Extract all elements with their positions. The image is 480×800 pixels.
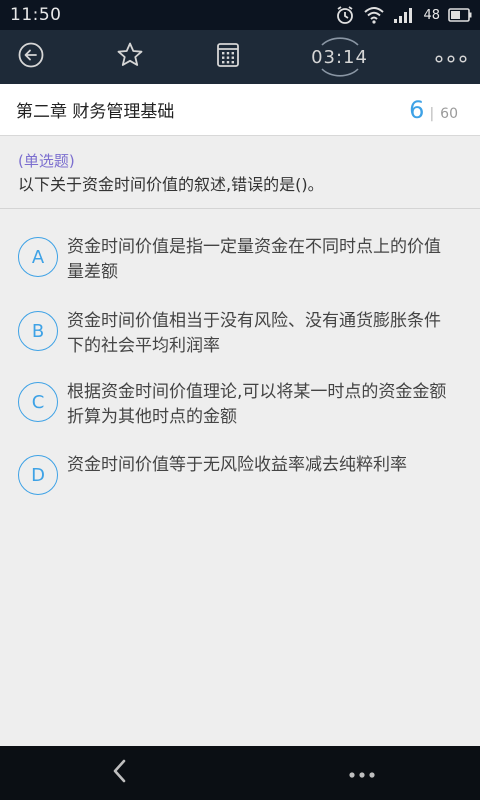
alarm-icon <box>335 5 355 25</box>
option-letter[interactable]: C <box>18 382 58 422</box>
progress-separator: | <box>429 105 435 122</box>
battery-icon <box>448 8 472 22</box>
nav-back-button[interactable] <box>100 753 140 793</box>
option-a[interactable]: A 资金时间价值是指一定量资金在不同时点上的价值量差额 <box>18 235 468 285</box>
question-progress: 6 | 60 <box>409 96 458 124</box>
back-button[interactable] <box>14 40 48 74</box>
status-icons: 48 <box>335 5 472 25</box>
current-question-number: 6 <box>409 95 425 124</box>
wifi-icon <box>363 6 385 24</box>
question-block: (单选题) 以下关于资金时间价值的叙述,错误的是()。 <box>0 137 480 209</box>
option-text[interactable]: 资金时间价值等于无风险收益率减去纯粹利率 <box>67 453 452 478</box>
option-text[interactable]: 资金时间价值相当于没有风险、没有通货膨胀条件下的社会平均利润率 <box>67 309 452 359</box>
option-d[interactable]: D 资金时间价值等于无风险收益率减去纯粹利率 <box>18 453 468 495</box>
favorite-button[interactable] <box>113 40 147 74</box>
back-circle-icon <box>17 41 45 73</box>
total-questions: 60 <box>440 105 458 122</box>
battery-level: 48 <box>423 7 440 23</box>
timer-ring-icon <box>320 37 359 77</box>
status-time: 11:50 <box>10 5 62 25</box>
question-type: (单选题) <box>18 152 75 170</box>
option-text[interactable]: 资金时间价值是指一定量资金在不同时点上的价值量差额 <box>67 235 452 285</box>
option-b[interactable]: B 资金时间价值相当于没有风险、没有通货膨胀条件下的社会平均利润率 <box>18 309 468 359</box>
chapter-title: 第二章 财务管理基础 <box>16 102 175 122</box>
more-icon <box>348 764 376 783</box>
status-bar: 11:50 48 <box>0 0 480 30</box>
answer-sheet-icon <box>216 42 240 72</box>
bottom-nav <box>0 746 480 800</box>
question-text: 以下关于资金时间价值的叙述,错误的是()。 <box>18 175 324 194</box>
more-icon <box>435 48 467 67</box>
option-text[interactable]: 根据资金时间价值理论,可以将某一时点的资金金额折算为其他时点的金额 <box>67 380 452 430</box>
star-icon <box>116 41 144 73</box>
nav-menu-button[interactable] <box>342 753 382 793</box>
signal-icon <box>393 6 415 24</box>
toolbar: 03:14 <box>0 30 480 84</box>
option-letter[interactable]: B <box>18 311 58 351</box>
timer[interactable]: 03:14 <box>310 37 370 77</box>
option-c[interactable]: C 根据资金时间价值理论,可以将某一时点的资金金额折算为其他时点的金额 <box>18 380 468 430</box>
chevron-left-icon <box>111 758 129 788</box>
option-letter[interactable]: D <box>18 455 58 495</box>
more-button[interactable] <box>434 40 468 74</box>
chapter-header: 第二章 财务管理基础 6 | 60 <box>0 84 480 136</box>
option-letter[interactable]: A <box>18 237 58 277</box>
answer-sheet-button[interactable] <box>211 40 245 74</box>
